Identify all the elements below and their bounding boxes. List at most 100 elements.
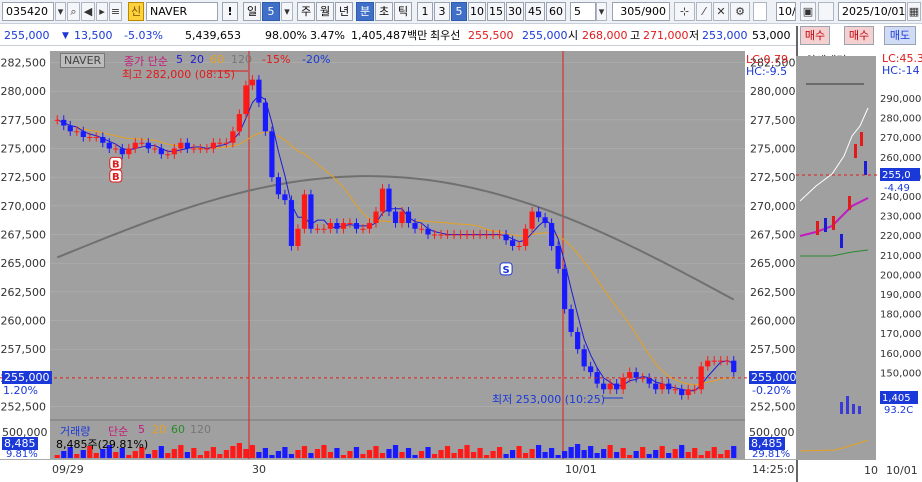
volume-bar (509, 450, 516, 458)
y-tick-label: 275,000 (1, 142, 47, 155)
y-tick-label: 265,000 (1, 257, 47, 270)
y-tick-label: 277,500 (750, 114, 796, 127)
candle-body (334, 223, 340, 229)
volume-bar (256, 452, 262, 458)
volume-bar (731, 446, 737, 458)
volume-bar (373, 446, 379, 458)
candle-body (509, 240, 516, 246)
left-price-tag: 255,000 (2, 371, 52, 384)
volume-bar (223, 450, 229, 458)
volume-bar (197, 455, 203, 458)
volume-bar (392, 445, 399, 458)
volume-bar (236, 443, 242, 458)
volume-bar (314, 449, 321, 458)
candle-body (496, 234, 503, 236)
candle-body (575, 331, 581, 350)
y-tick-label: 280,000 (1, 85, 47, 98)
candle-body (607, 383, 613, 390)
candle-body (262, 102, 269, 132)
side-y-tick: 290,000 (880, 94, 921, 105)
candle-body (536, 211, 542, 218)
side-y-tick: 170,000 (880, 329, 921, 340)
volume-bar (431, 454, 438, 458)
volume-bar (724, 450, 730, 458)
candle-body (314, 228, 321, 230)
volume-bar (405, 448, 412, 458)
time-label: 14:25:0 (752, 463, 795, 476)
volume-bar (366, 450, 373, 458)
candle-body (542, 217, 548, 224)
candle-body (243, 85, 249, 115)
volume-bar (61, 451, 67, 458)
side-candle (832, 216, 835, 230)
y-tick-label: 272,500 (1, 171, 47, 184)
side-pct-tag: -4.49 (884, 183, 910, 194)
side-candle (860, 132, 863, 146)
side-candle (816, 221, 819, 235)
side-y-tick: 210,000 (880, 251, 921, 262)
volume-bar (132, 451, 138, 458)
y-tick-label: 275,000 (750, 142, 796, 155)
volume-bar (562, 451, 568, 458)
candle-body (93, 137, 99, 139)
candle-body (399, 211, 405, 224)
candle-body (724, 360, 730, 362)
y-tick-label: 267,500 (750, 229, 796, 242)
candle-body (601, 383, 607, 390)
side-y-tick: 270,000 (880, 133, 921, 144)
candle-body (106, 142, 112, 149)
candle-body (145, 142, 151, 149)
volume-bar (692, 448, 698, 458)
volume-bar (321, 445, 327, 458)
side-candle (848, 196, 851, 210)
volume-bar (93, 453, 99, 458)
candle-body (223, 142, 229, 144)
volume-bar (483, 455, 490, 458)
vol-ma-120-legend: 120 (190, 423, 211, 436)
side-y-tick: 180,000 (880, 310, 921, 321)
low-note: 최저 253,000 (10:25) (492, 393, 606, 406)
candle-body (412, 223, 418, 229)
candle-body (191, 148, 197, 150)
candle-body (516, 245, 522, 247)
volume-bar (412, 455, 418, 458)
candle-body (204, 148, 210, 150)
volume-bar (477, 448, 483, 458)
candle-body (184, 142, 190, 149)
side-pattern-chart: 290,000280,000270,000260,000250,000240,0… (796, 56, 922, 477)
candle-body (483, 234, 490, 236)
candle-body (165, 154, 171, 156)
side-y-tick: 200,000 (880, 270, 921, 281)
volume-bar (171, 449, 177, 458)
side-y-tick: 150,000 (880, 368, 921, 379)
ma-5-line (57, 94, 734, 392)
candle-body (275, 177, 282, 195)
volume-bar (718, 454, 724, 458)
volume-bar (633, 451, 639, 458)
volume-bar (490, 451, 496, 458)
volume-bar (249, 445, 255, 458)
volume-bar (607, 445, 613, 458)
volume-bar (614, 452, 620, 458)
candle-body (672, 389, 678, 391)
pct-minus-20: -20% (302, 53, 331, 66)
side-volume-bar (840, 402, 843, 414)
candle-body (158, 148, 164, 155)
side-candle (854, 144, 857, 158)
candle-body (562, 268, 568, 310)
y-tick-label: 267,500 (1, 229, 47, 242)
candle-body (679, 389, 685, 396)
side-candle (864, 161, 867, 175)
candle-body (67, 125, 73, 132)
ma-60-line (57, 119, 734, 386)
side-volume-bar (858, 406, 861, 414)
candle-body (464, 234, 470, 236)
candle-body (347, 223, 353, 225)
volume-bar (74, 454, 80, 458)
volume-bar (230, 446, 236, 458)
volume-bar (588, 446, 594, 458)
candle-body (581, 349, 587, 367)
candle-body (54, 119, 60, 121)
candle-body (301, 194, 308, 229)
ma-120-legend: 120 (231, 53, 252, 66)
